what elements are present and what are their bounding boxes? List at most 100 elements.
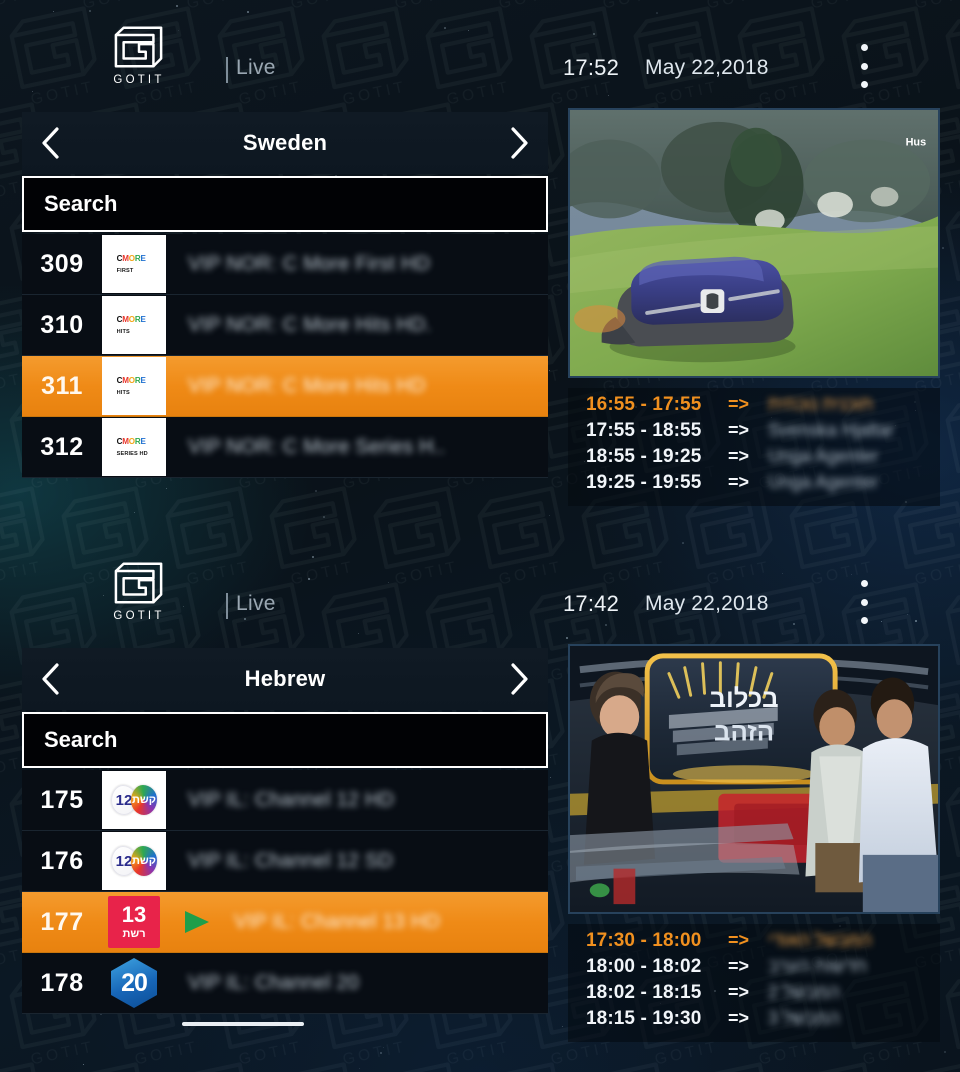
- chevron-left-icon[interactable]: [34, 123, 68, 163]
- epg-time: 18:55 - 19:25: [586, 446, 728, 468]
- epg-title: Unga Agenter: [768, 472, 940, 493]
- table-row[interactable]: 178 20 VIP IL: Channel 20: [22, 953, 548, 1014]
- table-row[interactable]: 309 CMORE FIRST VIP NOR: C More First HD: [22, 234, 548, 295]
- channel-20-logo: 20: [102, 954, 166, 1012]
- table-row[interactable]: 176 12 קשת VIP IL: Channel 12 SD: [22, 831, 548, 892]
- list-item[interactable]: 18:15 - 19:30 => המבשל 3: [586, 1008, 940, 1034]
- scroll-indicator[interactable]: [182, 1022, 304, 1026]
- channel-number: 311: [22, 372, 102, 401]
- preview-column: בכלוב הזהב 17:30 - 18:00 => המבשל האודי …: [568, 644, 940, 1042]
- list-item[interactable]: 18:00 - 18:02 => חדשות הערב: [586, 956, 940, 982]
- list-item[interactable]: 17:30 - 18:00 => המבשל האודי: [586, 930, 940, 956]
- kebab-menu-icon[interactable]: [856, 44, 872, 88]
- table-row-selected[interactable]: 311 CMORE HITS VIP NOR: C More Hits HD: [22, 356, 548, 417]
- clock-date: May 22,2018: [645, 56, 769, 80]
- category-bar: Hebrew: [22, 648, 548, 710]
- epg-time: 17:30 - 18:00: [586, 930, 728, 952]
- table-row[interactable]: 175 12 קשת VIP IL: Channel 12 HD: [22, 770, 548, 831]
- mode-label: Live: [236, 56, 276, 80]
- epg-arrow: =>: [728, 956, 768, 977]
- epg-title: המבשל 3: [768, 1008, 940, 1029]
- channel-name: VIP NOR: C More Series H..: [188, 436, 548, 459]
- header-divider: [226, 57, 228, 83]
- epg-time: 18:02 - 18:15: [586, 982, 728, 1004]
- gotit-wordmark: GOTIT: [113, 75, 164, 87]
- epg-time: 17:55 - 18:55: [586, 420, 728, 442]
- hebrew-panel: GOTIT Live 17:42 May 22,2018 Hebrew Sear…: [0, 536, 960, 1072]
- app-root: GOTITGOTITGOTITGOTITGOTITGOTITGOTITGOTIT…: [0, 0, 960, 1072]
- channel-number: 312: [22, 433, 102, 462]
- search-label: Search: [44, 191, 117, 217]
- gotit-wordmark: GOTIT: [113, 611, 164, 623]
- channel-list[interactable]: 175 12 קשת VIP IL: Channel 12 HD 176 12 קש…: [22, 770, 548, 1014]
- list-item[interactable]: 18:55 - 19:25 => Unga Agenter: [586, 446, 940, 472]
- cmore-hits-logo: CMORE HITS: [102, 296, 166, 354]
- panel-header: GOTIT Live 17:42 May 22,2018: [0, 536, 960, 644]
- video-preview[interactable]: בכלוב הזהב: [568, 644, 940, 914]
- cmore-series-logo: CMORE SERIES HD: [102, 418, 166, 476]
- epg-time: 18:15 - 19:30: [586, 1008, 728, 1030]
- gotit-logo: GOTIT: [108, 558, 170, 626]
- table-row-selected[interactable]: 177 13 רשת VIP IL: Channel 13 HD: [22, 892, 548, 953]
- epg-title: המבשל האודי: [768, 930, 940, 951]
- channel-name: VIP IL: Channel 12 HD: [188, 789, 548, 812]
- list-item[interactable]: 17:55 - 18:55 => Svenska Hjaltar: [586, 420, 940, 446]
- svg-text:הזהב: הזהב: [714, 719, 774, 747]
- epg-arrow: =>: [728, 1008, 768, 1029]
- channel-list[interactable]: 309 CMORE FIRST VIP NOR: C More First HD…: [22, 234, 548, 478]
- gotit-g-icon: [110, 22, 168, 72]
- header-divider: [226, 593, 228, 619]
- channel-browser: Sweden Search 309 CMORE FIRST VIP NOR: C…: [22, 112, 548, 494]
- epg-time: 19:25 - 19:55: [586, 472, 728, 494]
- reshet-13-logo: 13 רשת: [102, 893, 166, 951]
- clock-time: 17:52: [563, 55, 619, 81]
- channel-number: 310: [22, 311, 102, 340]
- list-item[interactable]: 19:25 - 19:55 => Unga Agenter: [586, 472, 940, 498]
- gotit-g-icon: [110, 558, 168, 608]
- channel-number: 309: [22, 250, 102, 279]
- table-row[interactable]: 310 CMORE HITS VIP NOR: C More Hits HD.: [22, 295, 548, 356]
- search-input[interactable]: Search: [22, 176, 548, 232]
- panel-header: GOTIT Live 17:52 May 22,2018: [0, 0, 960, 108]
- mode-label: Live: [236, 592, 276, 616]
- epg-title: המבשל 2: [768, 982, 940, 1003]
- search-input[interactable]: Search: [22, 712, 548, 768]
- channel-name: VIP NOR: C More First HD: [188, 253, 548, 276]
- list-item[interactable]: 16:55 - 17:55 => תוכנית נוכחית: [586, 394, 940, 420]
- category-bar: Sweden: [22, 112, 548, 174]
- cmore-first-logo: CMORE FIRST: [102, 235, 166, 293]
- clock-date: May 22,2018: [645, 592, 769, 616]
- channel-number: 176: [22, 847, 102, 876]
- channel-name: VIP IL: Channel 12 SD: [188, 850, 548, 873]
- channel-name: VIP IL: Channel 13 HD: [234, 911, 548, 934]
- epg-list: 16:55 - 17:55 => תוכנית נוכחית 17:55 - 1…: [568, 388, 940, 506]
- channel-number: 175: [22, 786, 102, 815]
- epg-arrow: =>: [728, 472, 768, 493]
- category-title: Hebrew: [245, 666, 326, 692]
- epg-list: 17:30 - 18:00 => המבשל האודי 18:00 - 18:…: [568, 924, 940, 1042]
- table-row[interactable]: 312 CMORE SERIES HD VIP NOR: C More Seri…: [22, 417, 548, 478]
- kebab-menu-icon[interactable]: [856, 580, 872, 624]
- video-preview[interactable]: Hus: [568, 108, 940, 378]
- keshet-12-logo: 12 קשת: [102, 832, 166, 890]
- sweden-panel: GOTIT Live 17:52 May 22,2018 Sweden Sear…: [0, 0, 960, 536]
- chevron-left-icon[interactable]: [34, 659, 68, 699]
- epg-title: תוכנית נוכחית: [768, 394, 940, 415]
- channel-name: VIP IL: Channel 20: [188, 972, 548, 995]
- play-icon: [182, 909, 212, 935]
- epg-arrow: =>: [728, 930, 768, 951]
- epg-arrow: =>: [728, 394, 768, 415]
- search-label: Search: [44, 727, 117, 753]
- preview-overlay-text: Hus: [906, 136, 927, 148]
- list-item[interactable]: 18:02 - 18:15 => המבשל 2: [586, 982, 940, 1008]
- clock-time: 17:42: [563, 591, 619, 617]
- chevron-right-icon[interactable]: [502, 123, 536, 163]
- channel-browser: Hebrew Search 175 12 קשת VIP IL: Channel …: [22, 648, 548, 1030]
- epg-arrow: =>: [728, 420, 768, 441]
- keshet-12-logo: 12 קשת: [102, 771, 166, 829]
- epg-title: חדשות הערב: [768, 956, 940, 977]
- channel-number: 178: [22, 969, 102, 998]
- channel-number: 177: [22, 908, 102, 937]
- epg-time: 16:55 - 17:55: [586, 394, 728, 416]
- chevron-right-icon[interactable]: [502, 659, 536, 699]
